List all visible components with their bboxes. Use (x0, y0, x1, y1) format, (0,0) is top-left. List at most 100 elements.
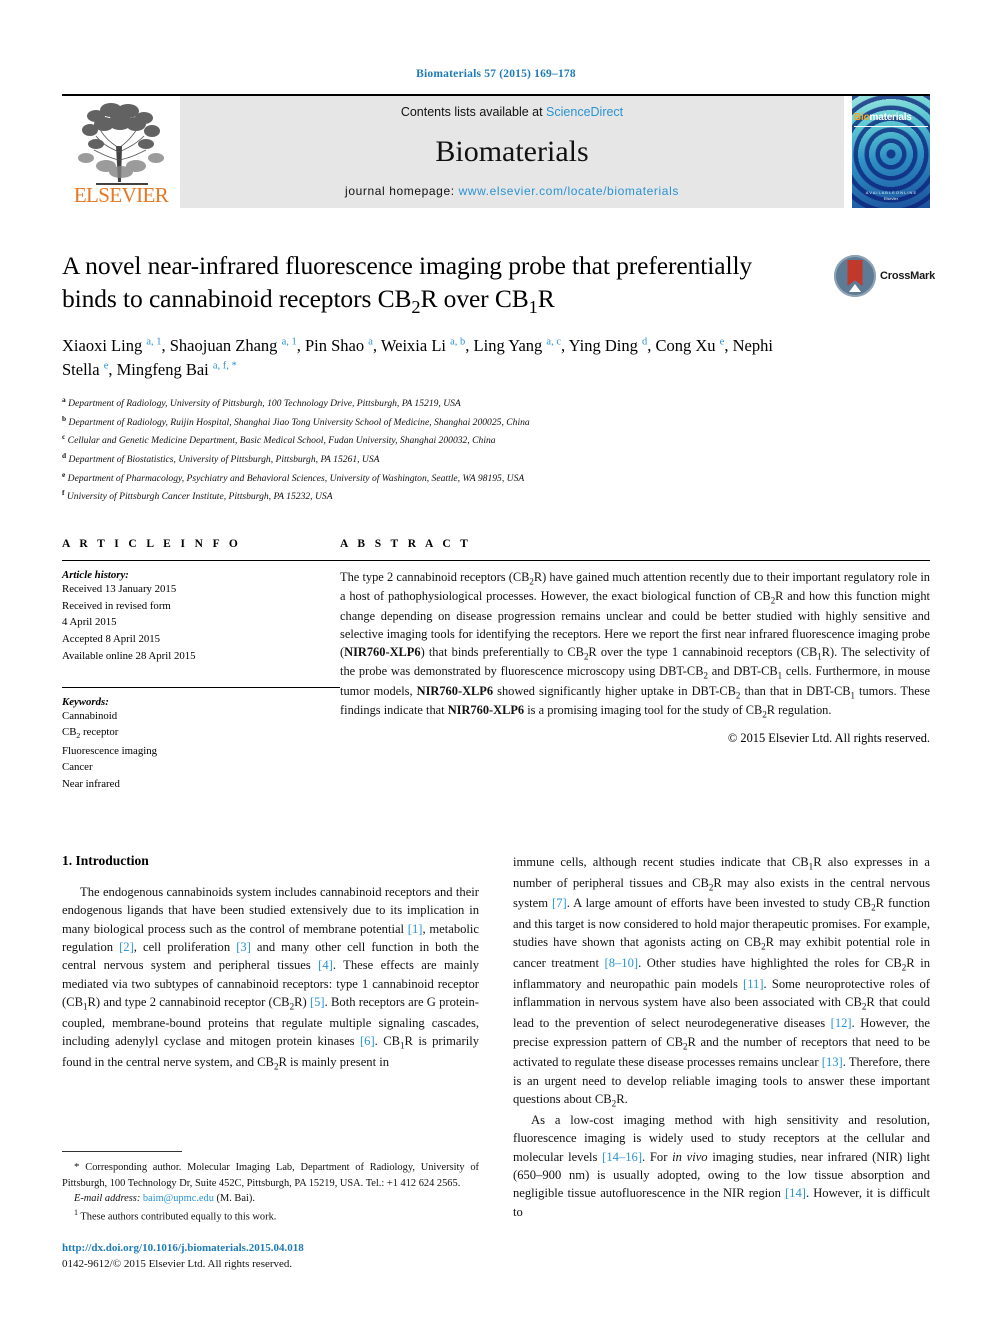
affiliation-text: University of Pittsburgh Cancer Institut… (64, 491, 333, 503)
article-info-heading: A R T I C L E I N F O (62, 537, 242, 550)
keyword-item: Fluorescence imaging (62, 744, 158, 757)
footer-doi-block: http://dx.doi.org/10.1016/j.biomaterials… (62, 1241, 479, 1273)
footnote-email-label: E-mail address: (74, 1193, 141, 1205)
abstract-text: The type 2 cannabinoid receptors (CB2R) … (340, 569, 931, 720)
affiliation-item: d Department of Biostatistics, Universit… (62, 450, 930, 469)
section-heading-introduction: 1. Introduction (62, 852, 149, 868)
cover-footer: A V A I L A B L E O N L I N E Elsevier (852, 190, 930, 202)
author-name: Mingfeng Bai (116, 359, 213, 379)
keywords-title: Keywords: (62, 695, 109, 708)
article-history-list: Received 13 January 2015 Received in revi… (62, 581, 340, 665)
author-list: Xiaoxi Ling a, 1, Shaojuan Zhang a, 1, P… (62, 334, 930, 382)
author-separator: , (465, 336, 474, 355)
homepage-url-link[interactable]: www.elsevier.com/locate/biomaterials (459, 184, 679, 198)
author-separator: , (161, 336, 170, 355)
footnote-equal-text: These authors contributed equally to thi… (80, 1211, 277, 1223)
article-history-item: Received in revised form (62, 599, 171, 612)
body-column-right: immune cells, although recent studies in… (513, 853, 930, 1273)
affiliation-item: c Cellular and Genetic Medicine Departme… (62, 431, 930, 450)
homepage-label: journal homepage: (345, 184, 455, 198)
issn-copyright: 0142-9612/© 2015 Elsevier Ltd. All right… (62, 1257, 293, 1270)
author-affiliation-marker: a, 1 (281, 336, 297, 348)
keyword-item: Near infrared (62, 778, 120, 791)
affiliation-text: Department of Pharmacology, Psychiatry a… (65, 472, 525, 484)
cover-footer-line2: Elsevier (883, 196, 899, 201)
author-separator: , (561, 336, 569, 355)
body-columns: 1. Introduction The endogenous cannabino… (62, 853, 930, 1273)
doi-link[interactable]: http://dx.doi.org/10.1016/j.biomaterials… (62, 1241, 479, 1257)
footnote-equal-contribution: 1 These authors contributed equally to t… (62, 1207, 479, 1225)
footnote-email-link[interactable]: baim@upmc.edu (143, 1193, 214, 1204)
page-title: A novel near-infrared fluorescence imagi… (62, 250, 930, 319)
intro-paragraph-1-continued: immune cells, although recent studies in… (513, 854, 931, 1109)
abstract-rule (340, 559, 930, 561)
keyword-item: Cannabinoid (62, 709, 118, 722)
cover-title-left: Bio (854, 112, 870, 123)
author-separator: , (372, 336, 381, 355)
author-name: Ying Ding (568, 336, 642, 355)
article-info-rule (62, 559, 340, 561)
article-history-item: Accepted 8 April 2015 (62, 633, 161, 646)
affiliation-item: a Department of Radiology, University of… (62, 394, 930, 413)
author-name: Pin Shao (304, 336, 369, 355)
title-line-2-post: R (537, 283, 555, 313)
elsevier-tree-icon (78, 103, 164, 185)
footnote-email: E-mail address: baim@upmc.edu (M. Bai). (62, 1191, 479, 1207)
sciencedirect-link[interactable]: ScienceDirect (546, 105, 623, 119)
author-separator: , (108, 359, 117, 379)
footnote-corresponding-text: Corresponding author. Molecular Imaging … (62, 1162, 479, 1189)
author-affiliation-marker: a, f, * (212, 360, 237, 372)
author-name: Shaojuan Zhang (169, 336, 282, 355)
crossmark-icon (834, 255, 876, 297)
keywords-block: Keywords: Cannabinoid CB2 receptor Fluores… (62, 686, 340, 793)
author-affiliation-marker: a, b (450, 336, 466, 348)
journal-homepage-line: journal homepage: www.elsevier.com/locat… (345, 184, 679, 198)
abstract-column: A B S T R A C T The type 2 cannabinoid r… (340, 538, 930, 793)
article-history-item: 4 April 2015 (62, 616, 117, 629)
intro-paragraph-2: As a low-cost imaging method with high s… (513, 1112, 930, 1219)
author-name: Cong Xu (655, 336, 720, 355)
keywords-rule (62, 686, 340, 688)
affiliation-text: Cellular and Genetic Medicine Department… (65, 435, 496, 447)
footnote-rule (62, 1151, 182, 1152)
author-affiliation-marker: a, c (546, 336, 561, 348)
author-name: Ling Yang (473, 336, 547, 355)
crossmark-badge[interactable]: CrossMark (834, 254, 935, 298)
contents-prefix: Contents lists available at (400, 105, 547, 119)
info-abstract-row: A R T I C L E I N F O Article history: R… (62, 538, 930, 793)
affiliation-list: a Department of Radiology, University of… (62, 394, 930, 506)
cover-title: Biomaterials (852, 112, 930, 123)
elsevier-logo: ELSEVIER (62, 96, 180, 208)
author-separator: , (724, 336, 733, 355)
title-sub-1: 1 (528, 296, 538, 317)
keyword-item: Cancer (62, 761, 93, 774)
affiliation-item: e Department of Pharmacology, Psychiatry… (62, 469, 930, 488)
author-separator: , (296, 336, 305, 355)
affiliation-text: Department of Biostatistics, University … (66, 454, 380, 466)
title-line-2-pre: binds to cannabinoid receptors CB (62, 283, 412, 313)
article-history-title: Article history: (62, 568, 129, 581)
author-affiliation-marker: a, 1 (146, 336, 162, 348)
contents-available-line: Contents lists available at ScienceDirec… (401, 105, 623, 119)
article-history-item: Received 13 January 2015 (62, 582, 177, 595)
left-column-content: 1. Introduction The endogenous cannabino… (62, 853, 479, 1273)
article-history-item: Available online 28 April 2015 (62, 649, 196, 662)
author-name: Xiaoxi Ling (62, 336, 147, 355)
intro-paragraph-1: The endogenous cannabinoids system inclu… (62, 884, 480, 1072)
article-page: Biomaterials 57 (2015) 169–178 ELSEVIER … (0, 0, 992, 1323)
elsevier-wordmark: ELSEVIER (73, 183, 169, 207)
author-name: Weixia Li (380, 336, 451, 355)
title-line-2-mid: R over CB (420, 283, 529, 313)
journal-masthead: ELSEVIER Contents lists available at Sci… (62, 94, 930, 208)
keyword-item: CB2 receptor (62, 726, 119, 741)
abstract-copyright: © 2015 Elsevier Ltd. All rights reserved… (727, 731, 930, 746)
footnote-equal-marker: 1 (74, 1207, 78, 1217)
abstract-heading: A B S T R A C T (340, 537, 472, 550)
crossmark-label: CrossMark (880, 270, 936, 282)
journal-cover-thumbnail: Biomaterials A V A I L A B L E O N L I N… (852, 96, 930, 208)
footnote-corresponding-author: * Corresponding author. Molecular Imagin… (62, 1159, 479, 1191)
affiliation-item: b Department of Radiology, Ruijin Hospit… (62, 413, 930, 432)
affiliation-text: Department of Radiology, Ruijin Hospital… (66, 416, 530, 428)
journal-title: Biomaterials (435, 134, 589, 168)
keywords-list: Cannabinoid CB2 receptor Fluorescence imag… (62, 708, 340, 793)
